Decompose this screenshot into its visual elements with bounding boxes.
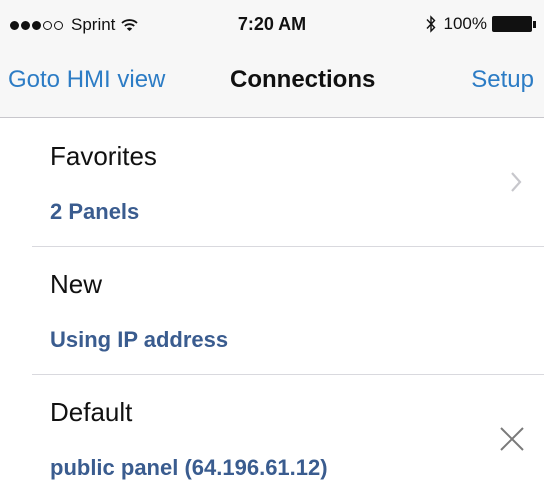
close-icon[interactable] xyxy=(498,425,526,453)
row-title: Default xyxy=(50,397,133,427)
battery-icon xyxy=(492,16,536,32)
battery-body xyxy=(492,16,532,32)
default-connection-row[interactable]: Default public panel (64.196.61.12) xyxy=(0,375,544,481)
favorites-row[interactable]: Favorites 2 Panels xyxy=(0,119,544,247)
goto-hmi-view-button[interactable]: Goto HMI view xyxy=(8,66,165,94)
battery-percent: 100% xyxy=(443,14,487,33)
screen: Sprint 7:20 AM 100% Goto HMI view Connec… xyxy=(0,0,544,481)
status-bar: Sprint 7:20 AM 100% xyxy=(0,0,544,48)
bluetooth-icon xyxy=(426,15,435,33)
connections-list: Favorites 2 Panels New Using IP address … xyxy=(0,119,544,481)
row-title: New xyxy=(50,269,103,299)
new-connection-row[interactable]: New Using IP address xyxy=(0,247,544,375)
row-subtitle: public panel (64.196.61.12) xyxy=(50,455,328,480)
chevron-right-icon xyxy=(511,172,522,192)
row-subtitle: 2 Panels xyxy=(50,199,140,224)
row-subtitle: Using IP address xyxy=(50,327,229,352)
battery-tip xyxy=(533,20,536,28)
navigation-bar: Goto HMI view Connections Setup xyxy=(0,48,544,118)
setup-button[interactable]: Setup xyxy=(471,66,534,94)
status-right: 100% xyxy=(426,14,536,34)
page-title: Connections xyxy=(230,66,376,93)
row-title: Favorites xyxy=(50,141,157,171)
